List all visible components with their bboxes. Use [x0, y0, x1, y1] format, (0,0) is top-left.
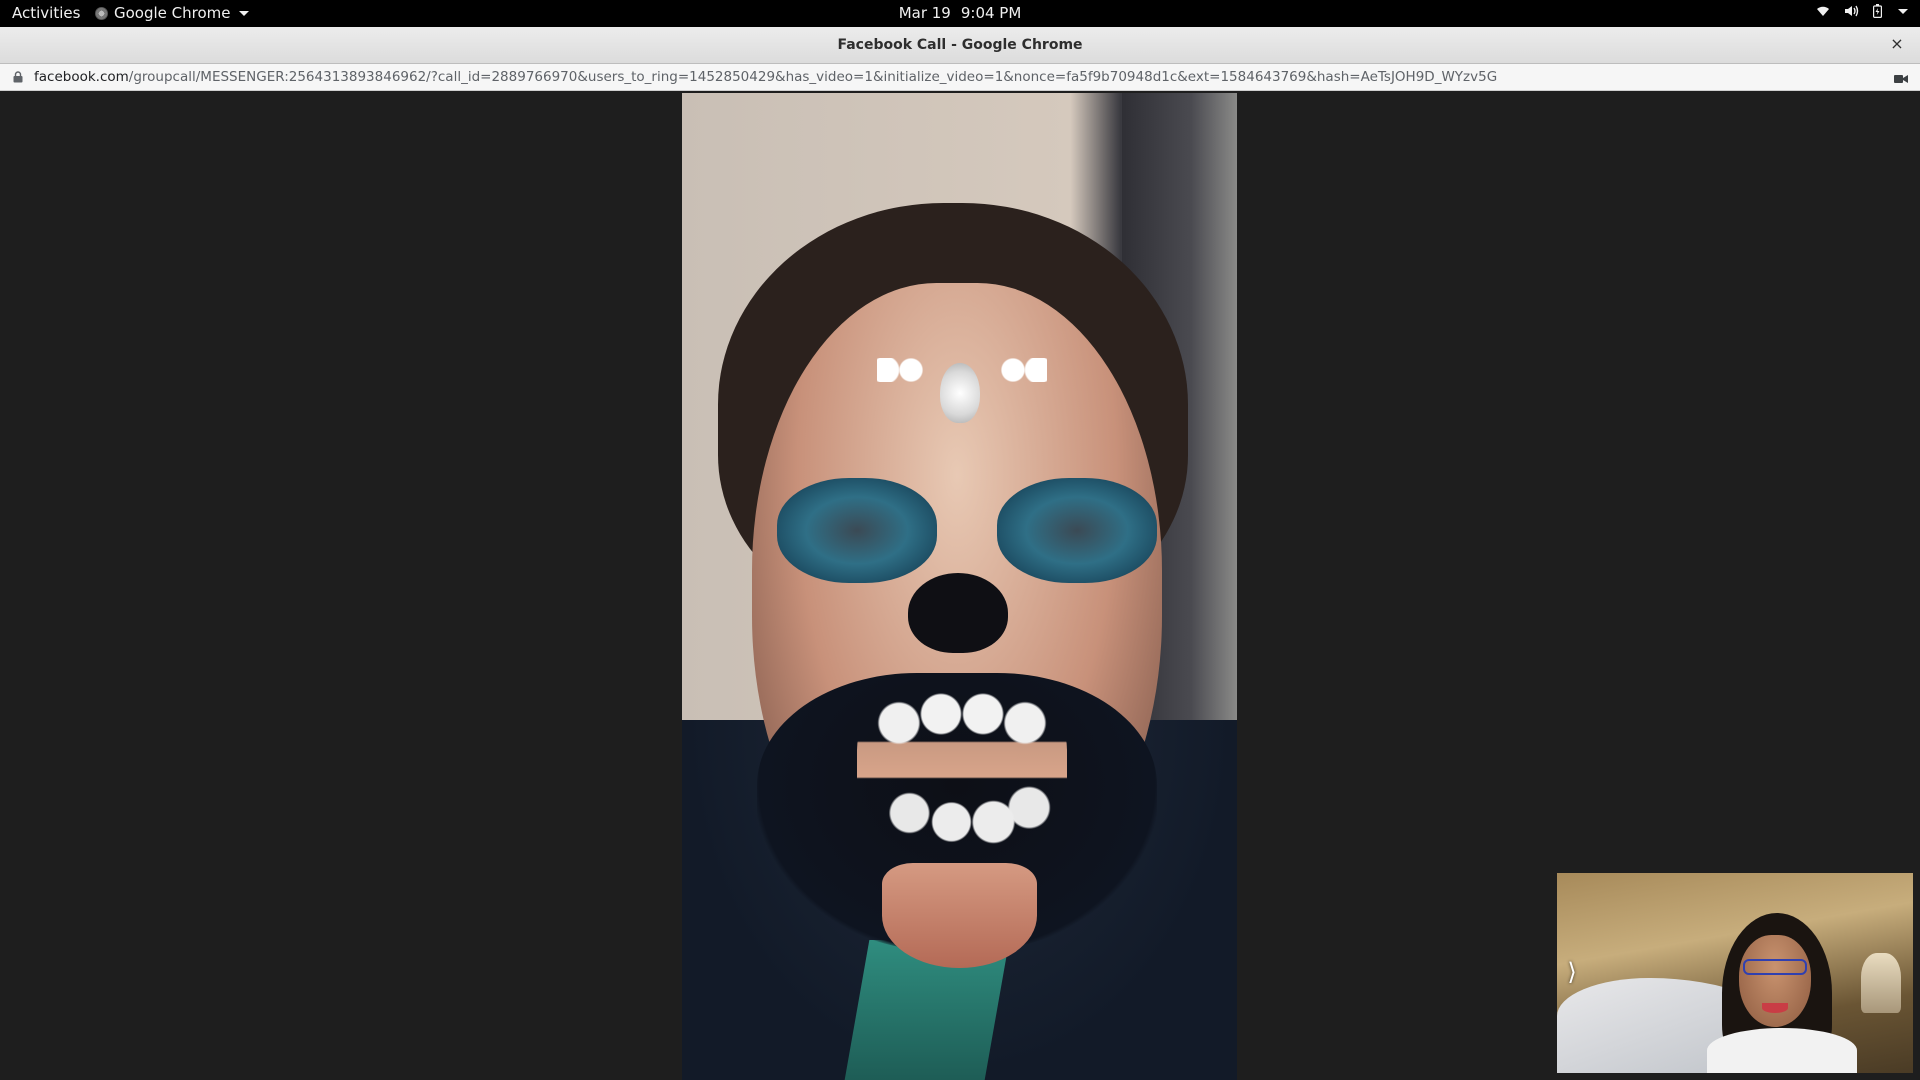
- lock-icon: [13, 71, 23, 83]
- self-shirt: [1707, 1028, 1857, 1073]
- url-host: facebook.com: [34, 69, 129, 85]
- face-filter-teeth: [857, 678, 1067, 858]
- self-view-video[interactable]: ⟩: [1557, 873, 1913, 1073]
- window-title: Facebook Call - Google Chrome: [837, 37, 1083, 53]
- system-menu-chevron-icon: [1898, 8, 1908, 14]
- self-face: [1739, 935, 1811, 1027]
- clock-date: Mar 19: [898, 4, 951, 22]
- call-area: ⟩: [0, 91, 1920, 1080]
- self-glasses: [1743, 959, 1807, 975]
- face-filter-left-eye: [777, 478, 937, 583]
- system-tray[interactable]: [1816, 4, 1908, 18]
- lamp: [1861, 953, 1901, 1013]
- wifi-icon: [1816, 5, 1830, 17]
- address-bar[interactable]: facebook.com/groupcall/MESSENGER:2564313…: [0, 64, 1920, 91]
- collapse-self-view-button[interactable]: ⟩: [1561, 957, 1583, 987]
- clock-time: 9:04 PM: [960, 4, 1022, 22]
- url-path: /groupcall/MESSENGER:2564313893846962/?c…: [128, 69, 1498, 85]
- participant-tongue: [882, 863, 1037, 968]
- battery-icon: [1873, 4, 1882, 18]
- url-text[interactable]: facebook.com/groupcall/MESSENGER:2564313…: [34, 69, 1497, 85]
- camera-in-use-icon[interactable]: [1894, 72, 1908, 88]
- close-window-button[interactable]: ×: [1888, 35, 1906, 53]
- face-filter-nose: [908, 573, 1008, 653]
- remote-participant-video[interactable]: [682, 93, 1237, 1080]
- volume-icon: [1844, 5, 1859, 17]
- gnome-top-bar: Activities Google Chrome Mar 19 9:04 PM: [0, 0, 1920, 27]
- clock[interactable]: Mar 19 9:04 PM: [0, 4, 1920, 22]
- window-titlebar: Facebook Call - Google Chrome ×: [0, 27, 1920, 64]
- self-mouth: [1762, 1003, 1788, 1013]
- face-filter-right-eye: [997, 478, 1157, 583]
- face-filter-forehead-gem: [940, 363, 980, 423]
